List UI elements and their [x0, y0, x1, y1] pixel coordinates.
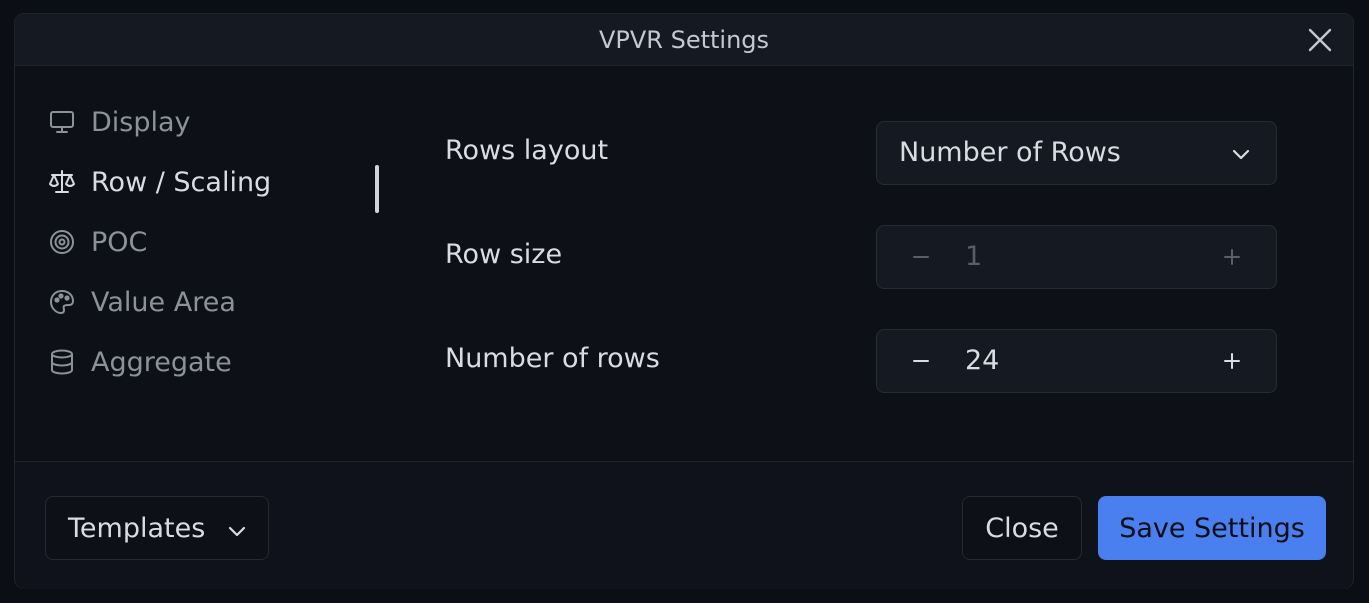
close-icon[interactable]	[1307, 27, 1333, 53]
rows-layout-select[interactable]: Number of Rows	[876, 121, 1277, 185]
nav-item-poc[interactable]: POC	[46, 212, 376, 272]
close-button[interactable]: Close	[962, 496, 1082, 560]
nav-item-value-area[interactable]: Value Area	[46, 272, 376, 332]
row-size-decrement-button[interactable]	[899, 226, 943, 288]
active-tab-indicator	[375, 165, 379, 213]
rows-layout-label: Rows layout	[445, 135, 609, 166]
target-icon	[47, 227, 77, 257]
settings-nav: Display Row / Scaling POC Value Area Agg…	[46, 92, 376, 392]
dialog-header: VPVR Settings	[15, 14, 1353, 66]
row-size-increment-button[interactable]	[1210, 226, 1254, 288]
scale-icon	[47, 167, 77, 197]
templates-label: Templates	[68, 512, 206, 544]
dialog-title: VPVR Settings	[598, 26, 770, 54]
database-icon	[47, 347, 77, 377]
save-settings-button[interactable]: Save Settings	[1098, 496, 1326, 560]
nav-item-label: Value Area	[91, 286, 236, 318]
rows-layout-value: Number of Rows	[899, 137, 1121, 168]
nav-item-label: Row / Scaling	[91, 166, 272, 198]
nav-item-row-scaling[interactable]: Row / Scaling	[46, 152, 376, 212]
nav-item-display[interactable]: Display	[46, 92, 376, 152]
number-of-rows-value: 24	[965, 345, 1000, 376]
row-size-stepper[interactable]: 1	[876, 225, 1277, 289]
nav-item-label: POC	[91, 226, 148, 258]
palette-icon	[47, 287, 77, 317]
nav-item-label: Display	[91, 106, 191, 138]
chevron-down-icon	[226, 518, 248, 540]
nav-item-label: Aggregate	[91, 346, 232, 378]
chevron-down-icon	[1230, 143, 1252, 165]
number-of-rows-decrement-button[interactable]	[899, 330, 943, 392]
dialog-footer: Templates Close Save Settings	[15, 461, 1353, 589]
number-of-rows-increment-button[interactable]	[1210, 330, 1254, 392]
row-size-value: 1	[965, 241, 983, 272]
nav-item-aggregate[interactable]: Aggregate	[46, 332, 376, 392]
number-of-rows-label: Number of rows	[445, 343, 660, 374]
number-of-rows-stepper[interactable]: 24	[876, 329, 1277, 393]
row-size-label: Row size	[445, 239, 563, 270]
monitor-icon	[47, 107, 77, 137]
templates-button[interactable]: Templates	[45, 496, 269, 560]
